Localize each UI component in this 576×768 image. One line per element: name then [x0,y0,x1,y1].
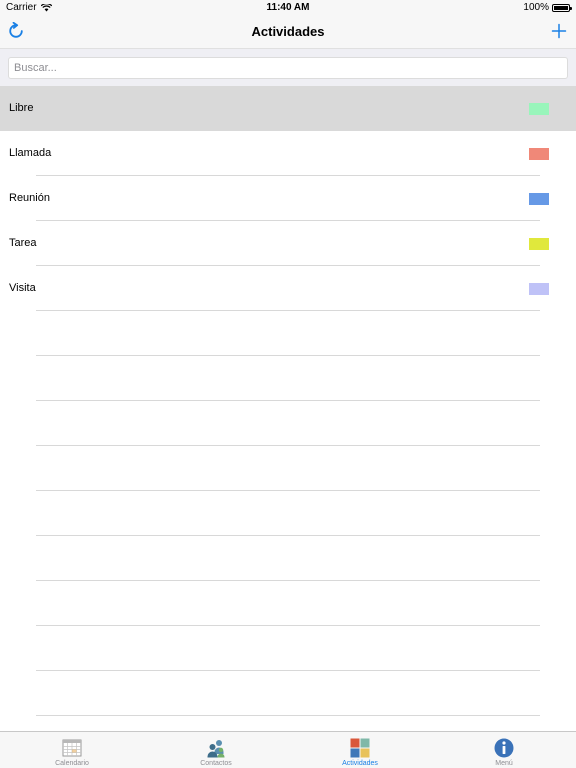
activity-label: Llamada [9,147,52,159]
contacts-icon [207,740,225,758]
activity-color-swatch [529,193,549,205]
tab-label: Menú [495,760,513,767]
battery-percent: 100% [523,2,549,13]
empty-row [0,401,576,446]
empty-row [0,491,576,536]
activity-color-swatch [529,148,549,160]
tab-label: Contactos [200,760,232,767]
activity-color-swatch [529,238,549,250]
calendar-icon [62,739,82,757]
page-title: Actividades [251,24,325,39]
tab-label: Actividades [342,760,378,767]
empty-row [0,581,576,626]
tab-actividades[interactable]: Actividades [288,732,432,768]
search-input[interactable] [8,57,568,79]
activities-icon [350,738,370,758]
activity-label: Tarea [9,237,37,249]
clock: 11:40 AM [266,2,310,13]
add-activity-button[interactable] [551,23,567,39]
empty-row [0,356,576,401]
empty-row [0,626,576,671]
list-item-libre[interactable]: Libre [0,86,576,131]
tab-menu[interactable]: Menú [432,732,576,768]
tab-calendario[interactable]: Calendario [0,732,144,768]
tab-label: Calendario [55,760,89,767]
navigation-bar: Actividades [0,16,576,48]
activity-color-swatch [529,283,549,295]
list-item-llamada[interactable]: Llamada [0,131,576,176]
activity-label: Visita [9,282,36,294]
status-bar: Carrier 11:40 AM 100% [0,0,576,16]
list-item-reunion[interactable]: Reunión [0,176,576,221]
list-item-tarea[interactable]: Tarea [0,221,576,266]
empty-row [0,446,576,491]
activity-color-swatch [529,103,549,115]
empty-row [0,311,576,356]
search-bar [0,48,576,86]
tab-bar: Calendario Contactos Actividades Menú [0,731,576,768]
battery-icon [552,3,572,12]
activity-list: Libre Llamada Reunión Tarea Visita [0,86,576,761]
activity-label: Libre [9,102,34,114]
list-item-visita[interactable]: Visita [0,266,576,311]
status-right: 100% [523,2,572,13]
activity-label: Reunión [9,192,50,204]
empty-row [0,536,576,581]
empty-row [0,671,576,716]
info-icon [494,738,514,758]
tab-contactos[interactable]: Contactos [144,732,288,768]
